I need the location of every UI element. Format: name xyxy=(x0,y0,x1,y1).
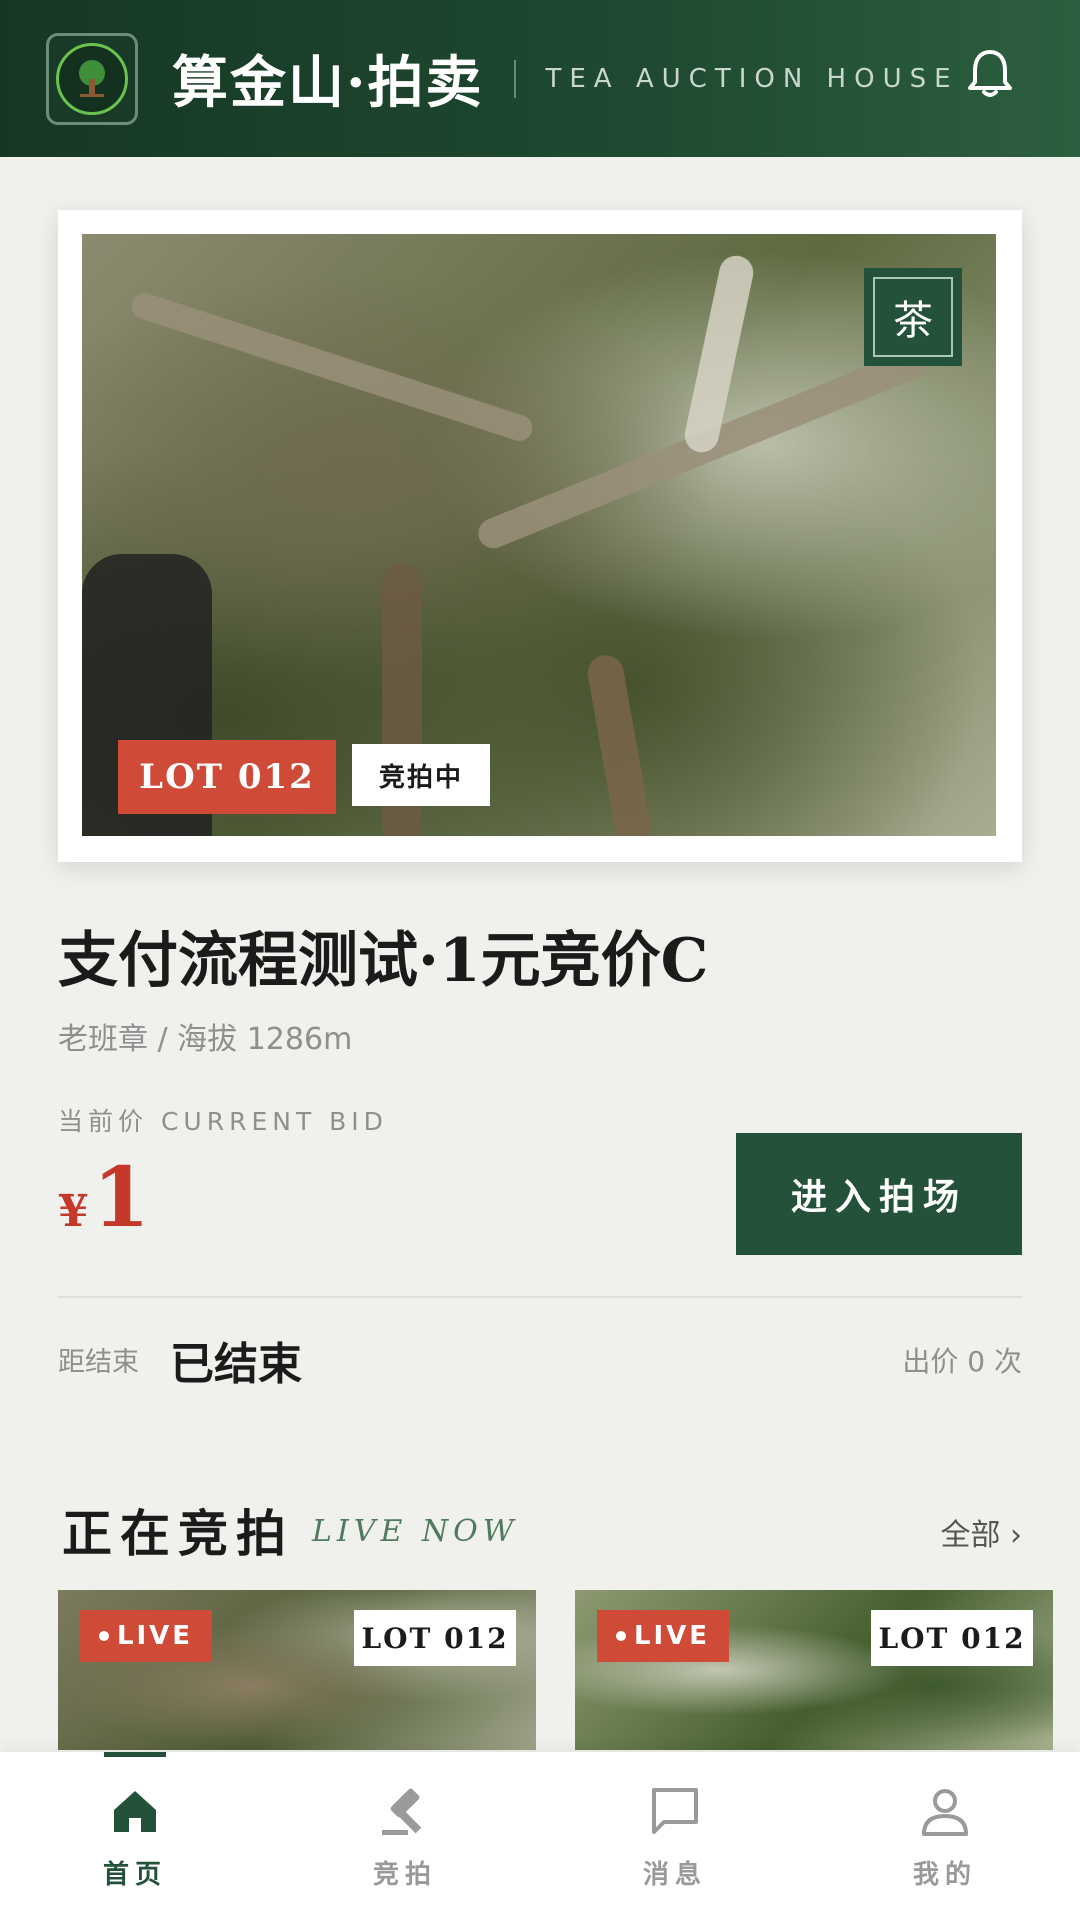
live-dot-icon xyxy=(615,1631,626,1641)
nav-home[interactable]: 首页 xyxy=(0,1752,270,1920)
app-header: 算金山·拍卖 TEA AUCTION HOUSE xyxy=(0,0,1080,157)
tea-badge-text: 茶 xyxy=(873,277,953,357)
nav-label: 我的 xyxy=(912,1860,977,1890)
lot-tag: LOT 012 xyxy=(871,1610,1033,1666)
gavel-icon xyxy=(382,1788,422,1835)
brand-name: 算金山·拍卖 xyxy=(172,50,484,116)
live-badge: LIVE xyxy=(80,1610,212,1662)
currency-symbol: ¥ xyxy=(58,1186,89,1237)
price-value: 1 xyxy=(92,1150,150,1246)
nav-messages[interactable]: 消息 xyxy=(540,1752,810,1920)
current-price: ¥ 1 xyxy=(58,1150,150,1246)
live-label: LIVE xyxy=(633,1621,711,1651)
section-subtitle: LIVE NOW xyxy=(312,1514,519,1549)
live-dot-icon xyxy=(98,1631,109,1641)
section-title: 正在竞拍 xyxy=(62,1504,294,1563)
brand-tagline: TEA AUCTION HOUSE xyxy=(545,63,959,94)
live-lot-card[interactable]: LIVE LOT 012 xyxy=(575,1590,1053,1750)
active-indicator xyxy=(104,1752,166,1757)
tea-badge: 茶 xyxy=(864,268,962,366)
featured-lot-card[interactable]: 茶 LOT 012 竞拍中 xyxy=(58,210,1022,862)
lot-number-tag: LOT 012 xyxy=(118,740,336,814)
enter-auction-button[interactable]: 进入拍场 xyxy=(736,1133,1022,1255)
nav-label: 竞拍 xyxy=(372,1860,437,1890)
live-badge: LIVE xyxy=(597,1610,729,1662)
bid-count: 出价 0 次 xyxy=(902,1345,1022,1378)
lot-meta: 老班章 / 海拔 1286m xyxy=(58,1022,353,1057)
auction-status-tag: 竞拍中 xyxy=(352,744,490,806)
nav-label: 消息 xyxy=(642,1860,707,1890)
view-all-link[interactable]: 全部 › xyxy=(940,1510,1022,1554)
bell-icon[interactable] xyxy=(960,44,1020,104)
nav-profile[interactable]: 我的 xyxy=(810,1752,1080,1920)
header-divider xyxy=(513,59,516,98)
lot-title: 支付流程测试·1元竞价C xyxy=(58,926,709,996)
message-icon xyxy=(652,1788,698,1834)
current-bid-label: 当前价 CURRENT BID xyxy=(58,1107,388,1136)
home-icon xyxy=(114,1791,156,1832)
tree-logo-icon xyxy=(56,42,128,115)
app-logo[interactable] xyxy=(46,32,138,125)
live-label: LIVE xyxy=(116,1621,194,1651)
nav-auction[interactable]: 竞拍 xyxy=(270,1752,540,1920)
divider xyxy=(58,1296,1022,1298)
time-left-value: 已结束 xyxy=(170,1339,302,1390)
time-left-label: 距结束 xyxy=(58,1347,139,1378)
lot-tag: LOT 012 xyxy=(354,1610,516,1666)
tea-tree-photo: 茶 LOT 012 竞拍中 xyxy=(82,234,996,836)
live-lot-card[interactable]: LIVE LOT 012 xyxy=(58,1590,536,1750)
nav-label: 首页 xyxy=(102,1860,167,1890)
bottom-navigation: 首页 竞拍 消息 我的 xyxy=(0,1752,1080,1920)
profile-icon xyxy=(922,1789,968,1836)
